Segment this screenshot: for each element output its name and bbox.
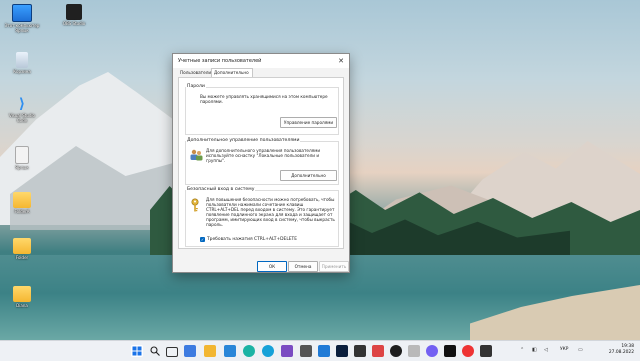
secure-text: Для повышения безопасности можно потребо… (206, 197, 335, 227)
chrome-icon[interactable] (224, 345, 236, 357)
edge-icon[interactable] (243, 345, 255, 357)
notification-icon[interactable]: ▭ (578, 347, 583, 353)
windows-icon[interactable] (131, 345, 143, 357)
monitor-icon (12, 4, 32, 22)
desktop-icon-obs[interactable]: OBS Studio (56, 4, 92, 26)
key-icon (191, 198, 199, 212)
language-indicator[interactable]: УКР (560, 347, 568, 352)
photoshop-icon[interactable] (336, 345, 348, 357)
advanced-management-group: Дополнительное управление пользователями… (185, 138, 339, 185)
clock-date: 27.08.2022 (608, 350, 634, 355)
dialog-title: Учетные записи пользователей (178, 58, 262, 64)
vscode-icon: ⟩ (18, 96, 26, 112)
recycle-bin-icon (16, 52, 28, 68)
group-title: Безопасный вход в систему (186, 187, 256, 192)
document-icon (15, 146, 29, 164)
passwords-text: Вы можете управлять хранящимися на этом … (200, 94, 328, 104)
title-bar[interactable]: Учетные записи пользователей ✕ (173, 54, 349, 68)
clock[interactable]: 19:38 27.08.2022 (609, 344, 634, 356)
network-icon[interactable]: ◧ (532, 347, 537, 353)
desktop-icon-vscode[interactable]: ⟩ Visual Studio Code (4, 96, 40, 123)
taskbar: ⌃ ◧ ◁ УКР ▭ 19:38 27.08.2022 (0, 340, 640, 361)
obs-icon[interactable] (390, 345, 402, 357)
search-icon[interactable] (149, 345, 161, 357)
ok-button[interactable]: ОК (257, 261, 287, 272)
desktop-icon-this-pc[interactable]: Этот компьютер Ярлык (4, 4, 40, 33)
require-ctrl-alt-del-checkbox[interactable]: ✓ (200, 237, 205, 242)
app3-icon[interactable] (354, 345, 366, 357)
advanced-text: Для дополнительного управления пользоват… (206, 148, 321, 163)
desktop-icon-folder-a[interactable]: FolderA (4, 192, 40, 214)
advanced-button[interactable]: Дополнительно (280, 170, 337, 181)
user-accounts-dialog: Учетные записи пользователей ✕ Пользоват… (172, 53, 350, 273)
group-title: Пароли (186, 84, 206, 89)
desktop-icon-diana[interactable]: Diana (4, 286, 40, 308)
desktop-icon-shortcut[interactable]: Ярлык (4, 146, 40, 170)
app5-icon[interactable] (408, 345, 420, 357)
tab-panel: Пароли Вы можете управлять хранящимися н… (178, 77, 344, 249)
viber-icon[interactable] (426, 345, 438, 357)
folder-icon (13, 286, 31, 302)
app7-icon[interactable] (462, 345, 474, 357)
desktop-icon-recycle-bin[interactable]: Корзина (4, 52, 40, 74)
close-icon[interactable]: ✕ (335, 55, 347, 67)
task-view-icon[interactable] (166, 347, 178, 357)
obs-icon (66, 4, 82, 20)
file-explorer-icon[interactable] (204, 345, 216, 357)
cancel-button[interactable]: Отмена (288, 261, 318, 272)
tab-users[interactable]: Пользователи (178, 69, 212, 77)
folder-icon (13, 192, 31, 208)
users-icon (190, 149, 203, 161)
widgets-icon[interactable] (184, 345, 196, 357)
app2-icon[interactable] (300, 345, 312, 357)
vs-icon[interactable] (281, 345, 293, 357)
app-icon[interactable] (262, 345, 274, 357)
group-title: Дополнительное управление пользователями (186, 138, 301, 143)
app6-icon[interactable] (444, 345, 456, 357)
app8-icon[interactable] (480, 345, 492, 357)
volume-icon[interactable]: ◁ (544, 347, 548, 353)
app4-icon[interactable] (372, 345, 384, 357)
passwords-group: Пароли Вы можете управлять хранящимися н… (185, 84, 339, 135)
store-icon[interactable] (318, 345, 330, 357)
manage-passwords-button[interactable]: Управление паролями (280, 117, 337, 128)
apply-button[interactable]: Применить (319, 261, 349, 272)
chevron-up-icon[interactable]: ⌃ (520, 347, 524, 353)
require-ctrl-alt-del-label[interactable]: Требовать нажатия CTRL+ALT+DELETE (207, 237, 297, 242)
desktop-icon-folder[interactable]: Folder (4, 238, 40, 260)
secure-signin-group: Безопасный вход в систему Для повышения … (185, 187, 339, 247)
folder-icon (13, 238, 31, 254)
